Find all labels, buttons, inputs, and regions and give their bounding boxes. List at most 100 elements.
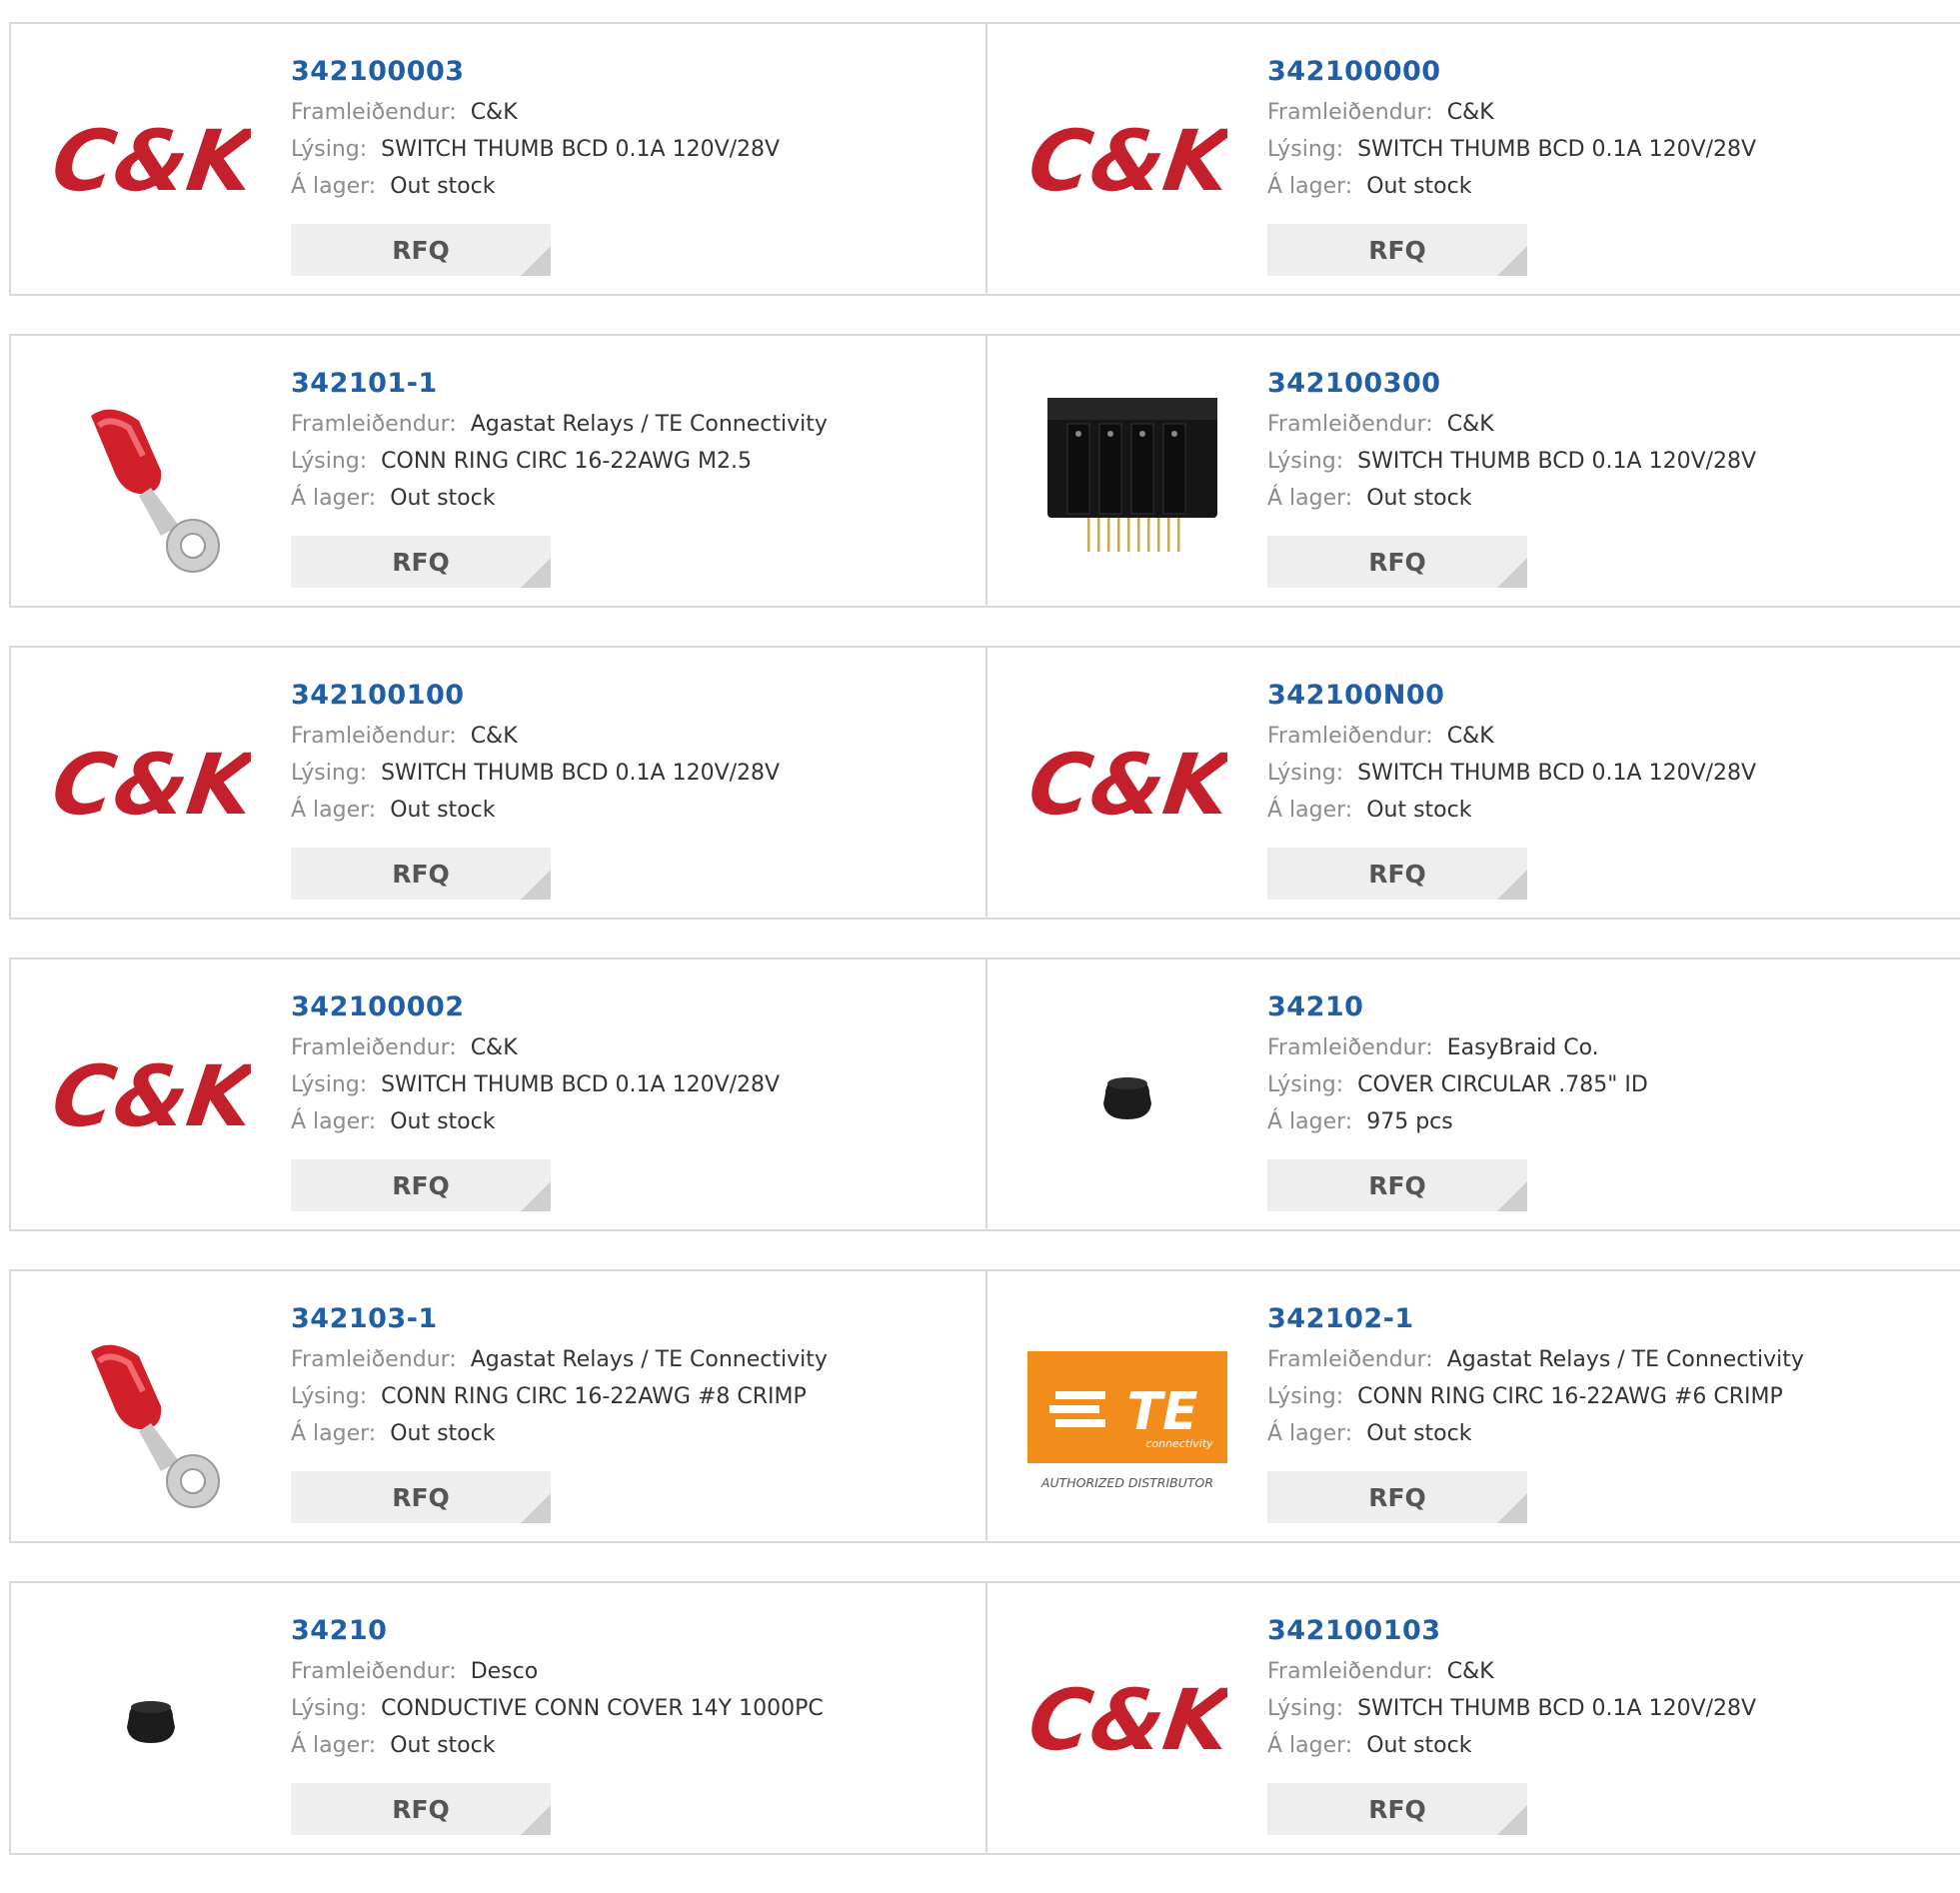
manufacturer-line: Framleiðendur: Agastat Relays / TE Connec…	[1267, 1341, 1804, 1378]
product-card: C&K 342100000 Framleiðendur: C&K Lýsing: S…	[985, 24, 1960, 294]
product-image[interactable]	[51, 1311, 251, 1511]
product-row: C&K 342100003 Framleiðendur: C&K Lýsing: S…	[9, 22, 1960, 296]
product-card: 34210 Framleiðendur: Desco Lýsing: CONDUCT…	[9, 1583, 985, 1853]
description-value: SWITCH THUMB BCD 0.1A 120V/28V	[1357, 1696, 1757, 1721]
stock-label: Á lager:	[291, 1421, 377, 1446]
rfq-button[interactable]: RFQ	[1267, 1159, 1527, 1211]
stock-line: Á lager: Out stock	[291, 168, 780, 205]
part-number-link[interactable]: 342100N00	[1267, 674, 1756, 718]
product-image[interactable]: C&K	[1027, 64, 1227, 264]
rfq-button[interactable]: RFQ	[291, 536, 551, 588]
product-image[interactable]	[1027, 999, 1227, 1199]
product-card: C&K 342100100 Framleiðendur: C&K Lýsing: S…	[9, 648, 985, 918]
rfq-button[interactable]: RFQ	[1267, 848, 1527, 900]
rfq-button[interactable]: RFQ	[291, 1783, 551, 1835]
stock-value: Out stock	[390, 1733, 496, 1758]
product-card: C&K 342100002 Framleiðendur: C&K Lýsing: S…	[9, 959, 985, 1229]
part-number-link[interactable]: 34210	[291, 1609, 824, 1653]
part-number-link[interactable]: 342100000	[1267, 50, 1756, 94]
description-line: Lýsing: SWITCH THUMB BCD 0.1A 120V/28V	[1267, 443, 1756, 480]
svg-text:C&K: C&K	[1027, 1671, 1227, 1769]
rfq-label: RFQ	[392, 1794, 450, 1824]
rfq-button[interactable]: RFQ	[291, 1159, 551, 1211]
rfq-label: RFQ	[392, 1482, 450, 1512]
rfq-label: RFQ	[1368, 235, 1426, 265]
manufacturer-line: Framleiðendur: C&K	[1267, 1653, 1756, 1690]
description-label: Lýsing:	[291, 1072, 368, 1097]
manufacturer-value: Agastat Relays / TE Connectivity	[470, 412, 828, 437]
manufacturer-line: Framleiðendur: C&K	[1267, 94, 1756, 131]
rfq-label: RFQ	[1368, 547, 1426, 577]
product-info: 342102-1 Framleiðendur: Agastat Relays / …	[1267, 1297, 1804, 1452]
rfq-button[interactable]: RFQ	[1267, 1471, 1527, 1523]
product-info: 34210 Framleiðendur: EasyBraid Co. Lýsing…	[1267, 985, 1648, 1140]
rfq-label: RFQ	[1368, 1794, 1426, 1824]
part-number-link[interactable]: 342100003	[291, 50, 780, 94]
product-card: 342101-1 Framleiðendur: Agastat Relays / …	[9, 336, 985, 606]
manufacturer-value: C&K	[1446, 100, 1494, 125]
product-image[interactable]: C&K	[51, 64, 251, 264]
stock-value: Out stock	[390, 1421, 496, 1446]
product-image[interactable]: C&K	[51, 999, 251, 1199]
product-card: 342100300 Framleiðendur: C&K Lýsing: SWITC…	[985, 336, 1960, 606]
manufacturer-line: Framleiðendur: C&K	[1267, 718, 1756, 755]
manufacturer-label: Framleiðendur:	[291, 412, 457, 437]
description-value: SWITCH THUMB BCD 0.1A 120V/28V	[381, 1072, 781, 1097]
svg-text:AUTHORIZED DISTRIBUTOR: AUTHORIZED DISTRIBUTOR	[1040, 1475, 1213, 1490]
manufacturer-value: EasyBraid Co.	[1446, 1035, 1599, 1060]
description-value: SWITCH THUMB BCD 0.1A 120V/28V	[381, 761, 781, 786]
product-info: 342100300 Framleiðendur: C&K Lýsing: SWITC…	[1267, 362, 1756, 517]
manufacturer-label: Framleiðendur:	[291, 1347, 457, 1372]
description-line: Lýsing: CONN RING CIRC 16-22AWG #6 CRIMP	[1267, 1378, 1804, 1415]
rfq-label: RFQ	[1368, 1482, 1426, 1512]
manufacturer-line: Framleiðendur: EasyBraid Co.	[1267, 1029, 1648, 1066]
product-info: 34210 Framleiðendur: Desco Lýsing: CONDUCT…	[291, 1609, 824, 1764]
ck-logo: C&K	[1027, 1671, 1227, 1769]
rfq-label: RFQ	[392, 1170, 450, 1200]
part-number-link[interactable]: 34210	[1267, 985, 1648, 1029]
svg-text:TE: TE	[1127, 1382, 1198, 1442]
manufacturer-value: C&K	[1446, 724, 1494, 749]
ck-logo: C&K	[51, 736, 251, 834]
manufacturer-line: Framleiðendur: C&K	[291, 1029, 780, 1066]
manufacturer-value: Desco	[470, 1659, 539, 1684]
description-line: Lýsing: CONN RING CIRC 16-22AWG M2.5	[291, 443, 828, 480]
description-label: Lýsing:	[291, 1696, 368, 1721]
stock-label: Á lager:	[1267, 798, 1353, 823]
part-number-link[interactable]: 342101-1	[291, 362, 828, 406]
part-number-link[interactable]: 342102-1	[1267, 1297, 1804, 1341]
part-number-link[interactable]: 342103-1	[291, 1297, 828, 1341]
rfq-button[interactable]: RFQ	[291, 224, 551, 276]
stock-value: Out stock	[390, 798, 496, 823]
part-number-link[interactable]: 342100100	[291, 674, 780, 718]
manufacturer-line: Framleiðendur: Desco	[291, 1653, 824, 1690]
product-image[interactable]	[51, 1623, 251, 1823]
product-row: 342103-1 Framleiðendur: Agastat Relays / …	[9, 1269, 1960, 1543]
rfq-button[interactable]: RFQ	[291, 1471, 551, 1523]
product-image[interactable]: C&K	[1027, 688, 1227, 888]
product-row: C&K 342100100 Framleiðendur: C&K Lýsing: S…	[9, 646, 1960, 920]
rfq-button[interactable]: RFQ	[1267, 536, 1527, 588]
manufacturer-value: Agastat Relays / TE Connectivity	[1446, 1347, 1804, 1372]
product-image[interactable]	[51, 376, 251, 576]
manufacturer-line: Framleiðendur: Agastat Relays / TE Connec…	[291, 406, 828, 443]
description-value: SWITCH THUMB BCD 0.1A 120V/28V	[1357, 449, 1757, 474]
product-image[interactable]: TE connectivity AUTHORIZED DISTRIBUTOR	[1027, 1311, 1227, 1511]
part-number-link[interactable]: 342100103	[1267, 1609, 1756, 1653]
rfq-label: RFQ	[392, 859, 450, 889]
rfq-button[interactable]: RFQ	[1267, 224, 1527, 276]
manufacturer-value: C&K	[1446, 1659, 1494, 1684]
description-value: SWITCH THUMB BCD 0.1A 120V/28V	[1357, 137, 1757, 162]
product-image[interactable]: C&K	[1027, 1623, 1227, 1823]
product-grid: C&K 342100003 Framleiðendur: C&K Lýsing: S…	[9, 22, 1960, 1893]
part-number-link[interactable]: 342100002	[291, 985, 780, 1029]
stock-value: Out stock	[1366, 1733, 1472, 1758]
rfq-button[interactable]: RFQ	[1267, 1783, 1527, 1835]
part-number-link[interactable]: 342100300	[1267, 362, 1756, 406]
ring-terminal-icon	[91, 1344, 220, 1508]
product-image[interactable]	[1027, 376, 1227, 576]
stock-value: 975 pcs	[1366, 1109, 1453, 1134]
product-image[interactable]: C&K	[51, 688, 251, 888]
stock-label: Á lager:	[291, 798, 377, 823]
rfq-button[interactable]: RFQ	[291, 848, 551, 900]
